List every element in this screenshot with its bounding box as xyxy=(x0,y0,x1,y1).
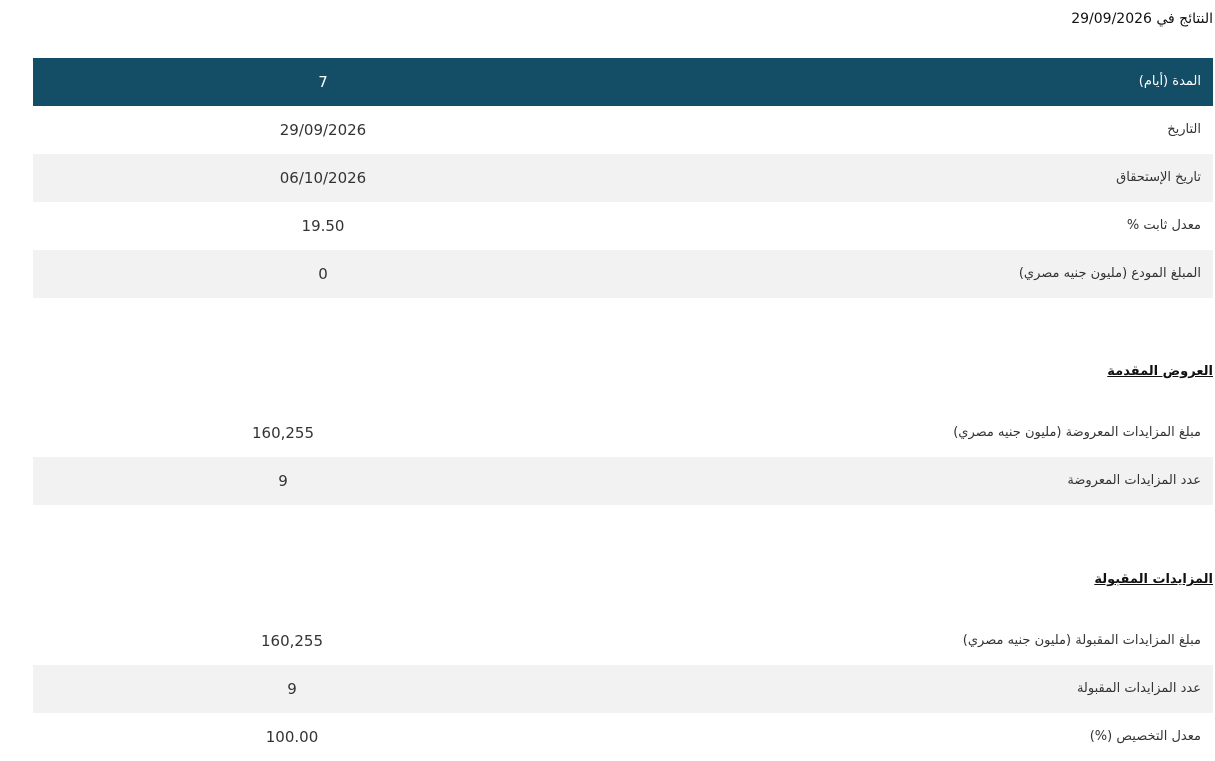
allocation-rate-label: معدل التخصيص (%) xyxy=(1089,729,1201,744)
offers-table: مبلغ المزايدات المعروضة (مليون جنيه مصري… xyxy=(33,409,1213,505)
table-row: عدد المزايدات المقبولة 9 xyxy=(33,665,1213,713)
maturity-date-label: تاريخ الإستحقاق xyxy=(1116,170,1201,185)
offered-count-value: 9 xyxy=(278,472,288,490)
accepted-amount-label: مبلغ المزايدات المقبولة (مليون جنيه مصري… xyxy=(962,633,1201,648)
accepted-count-label: عدد المزايدات المقبولة xyxy=(1076,681,1201,696)
accepted-table: مبلغ المزايدات المقبولة (مليون جنيه مصري… xyxy=(33,617,1213,761)
deposited-amount-label: المبلغ المودع (مليون جنيه مصري) xyxy=(1018,266,1201,281)
offers-section-title: العروض المقدمة xyxy=(1107,364,1213,379)
date-value: 29/09/2026 xyxy=(279,121,367,139)
maturity-date-value: 06/10/2026 xyxy=(279,169,367,187)
allocation-rate-value: 100.00 xyxy=(265,728,319,746)
table-row: معدل التخصيص (%) 100.00 xyxy=(33,713,1213,761)
duration-value: 7 xyxy=(318,73,328,91)
table-header-row: المدة (أيام) 7 xyxy=(33,58,1213,106)
table-row: مبلغ المزايدات المقبولة (مليون جنيه مصري… xyxy=(33,617,1213,665)
accepted-amount-value: 160,255 xyxy=(260,632,324,650)
table-row: معدل ثابت % 19.50 xyxy=(33,202,1213,250)
accepted-section-title: المزايدات المقبولة xyxy=(1094,572,1213,587)
fixed-rate-label: معدل ثابت % xyxy=(1126,218,1201,233)
date-label: التاريخ xyxy=(1167,122,1201,137)
accepted-count-value: 9 xyxy=(287,680,297,698)
duration-label: المدة (أيام) xyxy=(1138,74,1201,89)
summary-table: المدة (أيام) 7 التاريخ 29/09/2026 تاريخ … xyxy=(33,58,1213,298)
auction-results-page: النتائج في 29/09/2026 المدة (أيام) 7 الت… xyxy=(0,0,1215,761)
table-row: تاريخ الإستحقاق 06/10/2026 xyxy=(33,154,1213,202)
table-row: عدد المزايدات المعروضة 9 xyxy=(33,457,1213,505)
table-row: مبلغ المزايدات المعروضة (مليون جنيه مصري… xyxy=(33,409,1213,457)
results-date-heading: النتائج في 29/09/2026 xyxy=(1071,11,1213,27)
fixed-rate-value: 19.50 xyxy=(301,217,345,235)
deposited-amount-value: 0 xyxy=(318,265,328,283)
offered-count-label: عدد المزايدات المعروضة xyxy=(1067,473,1201,488)
table-row: التاريخ 29/09/2026 xyxy=(33,106,1213,154)
offered-amount-label: مبلغ المزايدات المعروضة (مليون جنيه مصري… xyxy=(953,425,1201,440)
offered-amount-value: 160,255 xyxy=(251,424,315,442)
table-row: المبلغ المودع (مليون جنيه مصري) 0 xyxy=(33,250,1213,298)
